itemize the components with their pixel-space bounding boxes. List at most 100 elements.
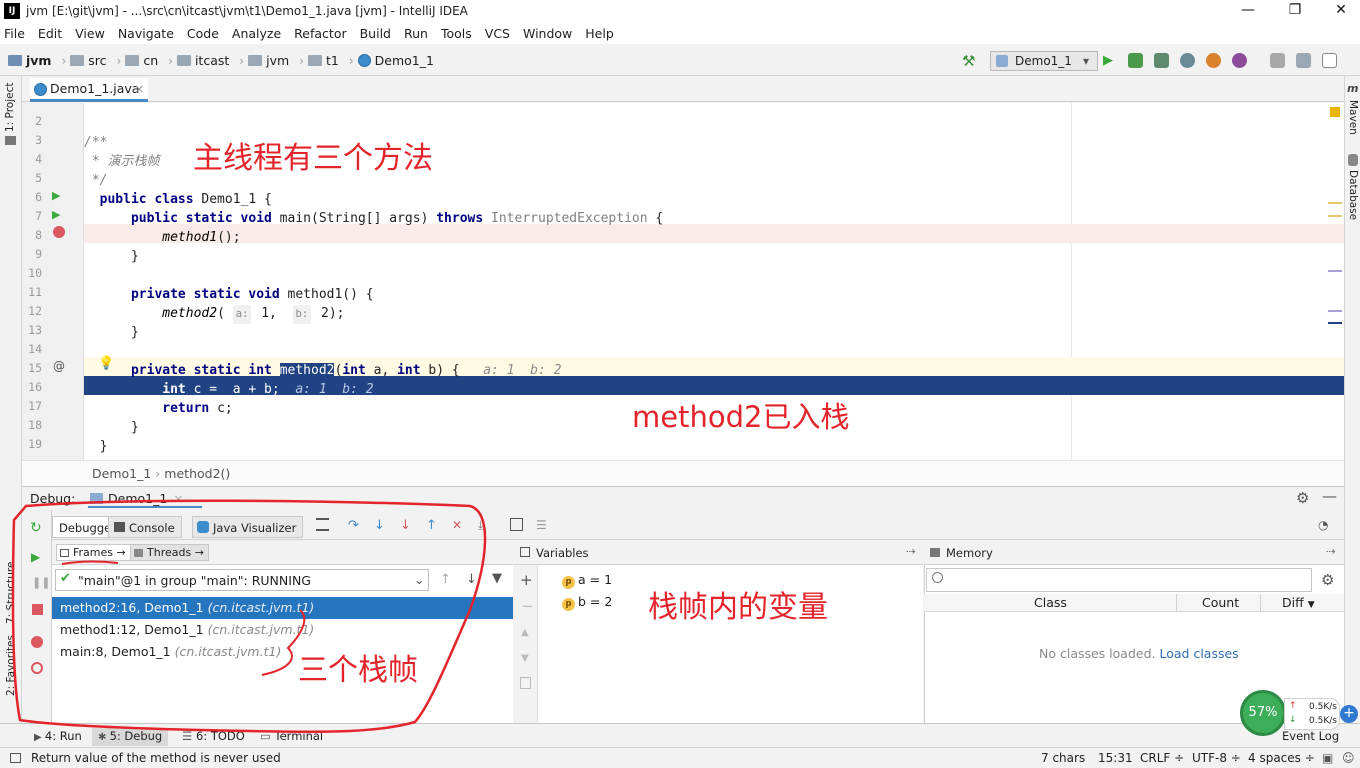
tab-run[interactable]: ▶ 4: Run xyxy=(28,728,88,746)
step-over-icon[interactable]: ↷ xyxy=(348,518,361,533)
menu-view[interactable]: View xyxy=(75,26,105,41)
copy-icon[interactable] xyxy=(520,677,531,689)
menu-navigate[interactable]: Navigate xyxy=(118,26,174,41)
thread-selector[interactable]: ✔ "main"@1 in group "main": RUNNING ⌄ xyxy=(55,569,429,591)
drop-frame-icon[interactable]: ✕ xyxy=(452,518,465,532)
run-main-gutter-icon[interactable]: ▶ xyxy=(52,208,60,221)
notifications-icon[interactable]: ☺ xyxy=(1342,751,1355,765)
close-button[interactable]: ✕ xyxy=(1326,2,1356,20)
editor-tab-demo1_1[interactable]: Demo1_1.java × xyxy=(30,78,148,102)
database-tool-tab[interactable]: Database xyxy=(1347,170,1359,220)
breakpoint-icon[interactable] xyxy=(53,226,65,238)
view-breakpoints-icon[interactable] xyxy=(31,636,43,648)
menu-analyze[interactable]: Analyze xyxy=(232,26,281,41)
crumb-jvm[interactable]: jvm xyxy=(248,53,289,68)
breadcrumb-class[interactable]: Demo1_1 xyxy=(92,466,151,481)
step-out-icon[interactable]: ↑ xyxy=(426,518,439,533)
menu-code[interactable]: Code xyxy=(187,26,219,41)
remove-watch-icon[interactable]: − xyxy=(521,597,534,615)
move-up-icon[interactable]: ▲ xyxy=(521,627,529,638)
maven-tool-tab[interactable]: Maven xyxy=(1347,100,1359,135)
run-config-select[interactable]: Demo1_1 ▾ xyxy=(990,51,1098,71)
step-into-icon[interactable]: ↓ xyxy=(374,518,387,533)
attach-icon[interactable] xyxy=(1206,53,1221,68)
tab-java-visualizer[interactable]: Java Visualizer xyxy=(192,516,304,538)
tab-debug[interactable]: ✱ 5: Debug xyxy=(92,728,169,746)
status-encoding[interactable]: UTF-8 ÷ xyxy=(1192,751,1241,765)
menu-help[interactable]: Help xyxy=(585,26,614,41)
memory-settings-icon[interactable]: ⚙ xyxy=(1321,571,1334,589)
force-step-into-icon[interactable]: ↓ xyxy=(400,518,413,533)
search-everywhere-icon[interactable] xyxy=(1322,53,1337,68)
minimize-button[interactable]: — xyxy=(1233,2,1263,20)
load-classes-link[interactable]: Load classes xyxy=(1159,646,1238,661)
previous-frame-icon[interactable]: ↑ xyxy=(440,572,451,587)
crumb-src[interactable]: src xyxy=(70,53,107,68)
add-watch-icon[interactable]: + xyxy=(520,571,533,589)
status-indent[interactable]: 4 spaces ÷ xyxy=(1248,751,1315,765)
menu-build[interactable]: Build xyxy=(360,26,391,41)
coverage-icon[interactable] xyxy=(1154,53,1169,68)
next-frame-icon[interactable]: ↓ xyxy=(466,572,477,587)
tab-todo[interactable]: ☰ 6: TODO xyxy=(176,728,251,746)
tab-event-log[interactable]: Event Log xyxy=(1276,728,1345,746)
tab-frames[interactable]: Frames → xyxy=(56,544,131,561)
hide-panel-icon[interactable]: — xyxy=(1322,487,1337,505)
inspection-status-icon[interactable] xyxy=(1330,107,1340,117)
frame-row-method1[interactable]: method1:12, Demo1_1 (cn.itcast.jvm.t1) xyxy=(52,619,513,641)
pin-icon[interactable]: ⇢ xyxy=(1326,544,1336,558)
run-to-cursor-icon[interactable]: ⤓ xyxy=(478,518,491,532)
project-tool-tab[interactable]: 1: Project xyxy=(4,83,16,132)
move-down-icon[interactable]: ▼ xyxy=(521,653,529,664)
network-percent-gauge[interactable]: 57% xyxy=(1240,690,1286,736)
favorites-tool-tab[interactable]: 2: Favorites xyxy=(5,635,17,696)
variable-b[interactable]: pb = 2 xyxy=(562,594,612,611)
build-hammer-icon[interactable]: ⚒ xyxy=(962,52,978,70)
lock-icon[interactable]: ▣ xyxy=(1322,751,1333,765)
col-diff[interactable]: Diff ▼ xyxy=(1282,595,1315,610)
status-line-separator[interactable]: CRLF ÷ xyxy=(1140,751,1184,765)
crumb-t1[interactable]: t1 xyxy=(307,53,339,68)
menu-edit[interactable]: Edit xyxy=(38,26,62,41)
debug-icon[interactable] xyxy=(1128,53,1143,68)
breadcrumb-method[interactable]: method2() xyxy=(164,466,230,481)
status-position[interactable]: 15:31 xyxy=(1098,751,1133,765)
frame-row-method2[interactable]: method2:16, Demo1_1 (cn.itcast.jvm.t1) xyxy=(52,597,513,619)
tab-threads[interactable]: Threads → xyxy=(130,544,209,561)
structure-icon[interactable] xyxy=(1270,53,1285,68)
pause-icon[interactable]: ❚❚ xyxy=(32,576,50,589)
menu-run[interactable]: Run xyxy=(404,26,428,41)
menu-tools[interactable]: Tools xyxy=(441,26,472,41)
maximize-button[interactable]: ❐ xyxy=(1280,2,1310,20)
profile-icon[interactable] xyxy=(1180,53,1195,68)
editor-gutter[interactable]: 2 3 4 5 6 7 8 9 10 11 12 13 14 15 16 17 … xyxy=(22,103,84,460)
menu-vcs[interactable]: VCS xyxy=(485,26,510,41)
memory-search-input[interactable] xyxy=(926,568,1312,592)
trace-icon[interactable]: ☰ xyxy=(536,518,549,532)
tab-terminal[interactable]: ▭ Terminal xyxy=(254,728,329,746)
variable-a[interactable]: pa = 1 xyxy=(562,572,612,589)
menu-refactor[interactable]: Refactor xyxy=(294,26,346,41)
rerun-icon[interactable]: ↻ xyxy=(30,520,42,536)
settings-gear-icon[interactable]: ⚙ xyxy=(1296,489,1309,507)
structure-tool-tab[interactable]: 7: Structure xyxy=(5,562,17,624)
filter-icon[interactable]: ▼ xyxy=(492,571,502,586)
tab-close-icon[interactable]: × xyxy=(134,81,144,96)
crumb-project[interactable]: jvm xyxy=(8,53,51,68)
tab-console[interactable]: Console xyxy=(108,516,182,538)
col-class[interactable]: Class xyxy=(1034,595,1067,610)
pin-icon[interactable]: ⇢ xyxy=(906,544,916,558)
show-execution-point-icon[interactable] xyxy=(316,518,329,531)
mute-breakpoints-icon[interactable] xyxy=(31,662,43,674)
debug-session-tab[interactable]: Demo1_1 × xyxy=(88,491,202,508)
network-add-icon[interactable]: + xyxy=(1340,705,1358,723)
frame-row-main[interactable]: main:8, Demo1_1 (cn.itcast.jvm.t1) xyxy=(52,641,513,663)
run-icon[interactable]: ▶ xyxy=(1103,53,1118,68)
session-close-icon[interactable]: × xyxy=(173,491,183,506)
crumb-cn[interactable]: cn xyxy=(125,53,158,68)
status-icon[interactable] xyxy=(10,753,21,763)
run-class-gutter-icon[interactable]: ▶ xyxy=(52,189,60,202)
intention-bulb-icon[interactable]: 💡 xyxy=(98,356,114,371)
memory-gauge-icon[interactable]: ◔ xyxy=(1318,518,1331,532)
col-count[interactable]: Count xyxy=(1202,595,1239,610)
